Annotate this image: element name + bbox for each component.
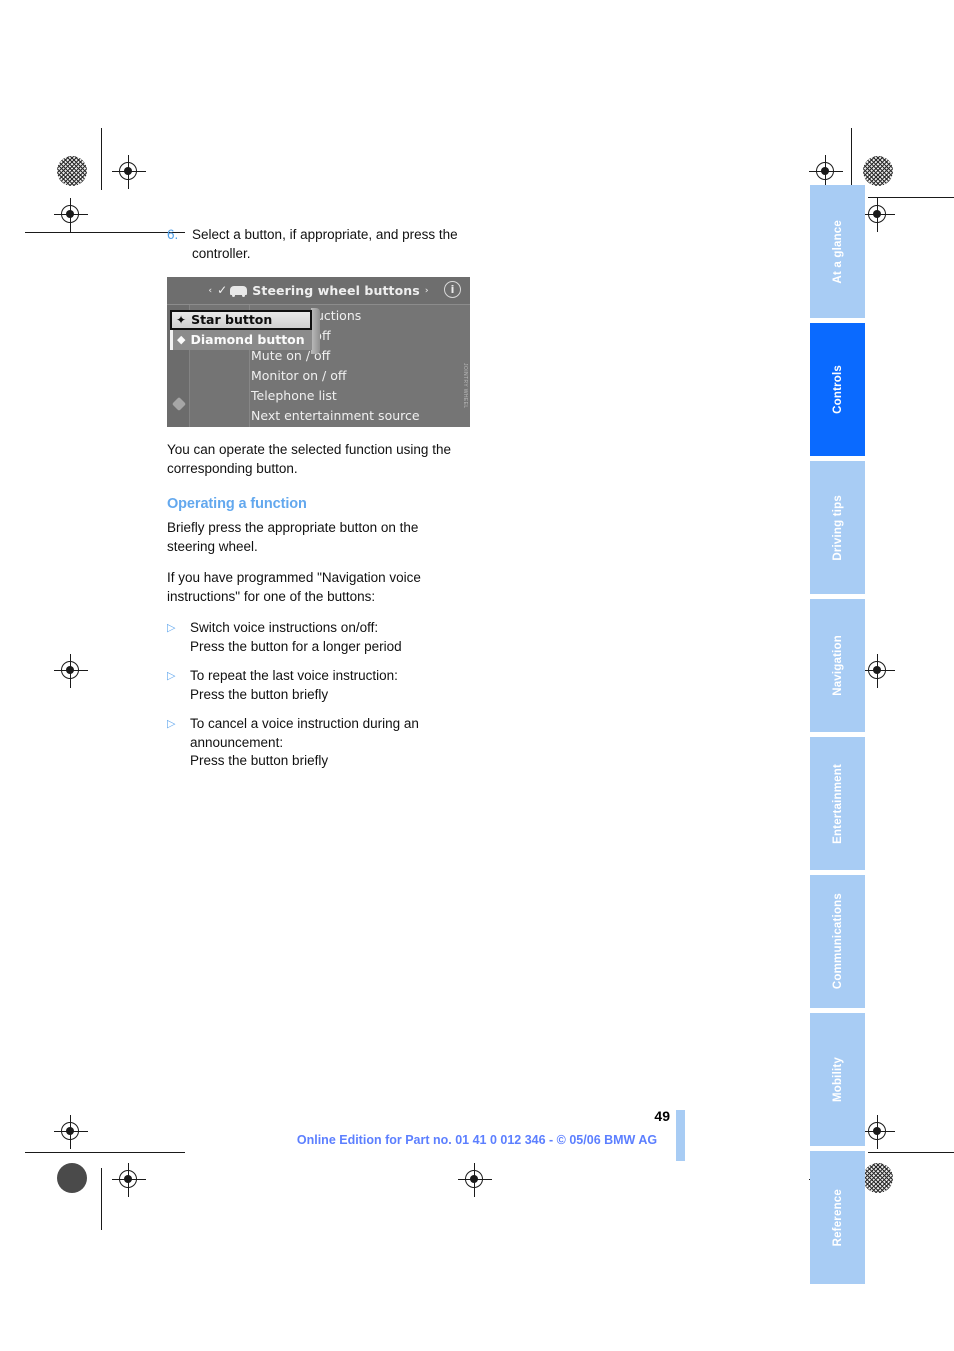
idrive-option-label: Diamond button [190, 332, 305, 347]
numbered-step: 6. Select a button, if appropriate, and … [167, 226, 467, 263]
thumb-tab-mobility[interactable]: Mobility [810, 1013, 865, 1146]
trim-line-bottom-left-vertical [101, 1168, 103, 1230]
thumb-tab-label: Entertainment [831, 763, 844, 844]
registration-dot [873, 666, 881, 674]
step-text: Select a button, if appropriate, and pre… [192, 227, 458, 261]
page-number: 49 [654, 1108, 670, 1124]
checkmark-icon: ✓ [217, 282, 228, 297]
trim-line-top-right-vertical [851, 128, 853, 190]
chevron-left-icon: ‹ [208, 285, 213, 296]
thumb-tab-label: Mobility [831, 1056, 844, 1103]
registration-ring [816, 162, 834, 180]
paragraph-if-programmed: If you have programmed "Navigation voice… [167, 570, 421, 604]
idrive-option-star-button: ✦ Star button [170, 310, 312, 330]
idrive-header-title: Steering wheel buttons [252, 283, 420, 298]
registration-ring [465, 1170, 483, 1188]
footer-edition-text: Online Edition for Part no. 01 41 0 012 … [296, 1133, 658, 1147]
thumb-tab-label: Controls [831, 365, 844, 414]
thumb-index-nav: At a glance Controls Driving tips Naviga… [810, 185, 865, 1284]
density-patch-top-right [863, 156, 893, 186]
trim-line-top-left-horizontal [25, 232, 185, 234]
step-number: 6. [167, 227, 179, 242]
thumb-tab-label: Communications [831, 893, 844, 990]
thumb-tab-driving-tips[interactable]: Driving tips [810, 461, 865, 594]
image-watermark: JOINTRY WHEEL [462, 363, 468, 409]
trim-line-bottom-right-horizontal [868, 1152, 954, 1154]
trim-line-top-left-vertical [101, 128, 103, 190]
registration-dot [873, 210, 881, 218]
idrive-popup-edge [311, 308, 320, 354]
list-item: Next entertainment source [251, 408, 420, 423]
bullet-text: Switch voice instructions on/off: Press … [190, 620, 402, 654]
density-patch-bottom-left [57, 1163, 87, 1193]
registration-ring [61, 661, 79, 679]
registration-dot [124, 167, 132, 175]
triangle-bullet-icon: ▷ [167, 718, 176, 730]
registration-mark-bottom-center [458, 1163, 492, 1197]
registration-ring [868, 661, 886, 679]
registration-ring [119, 1170, 137, 1188]
triangle-bullet-icon: ▷ [167, 622, 176, 634]
thumb-tab-at-a-glance[interactable]: At a glance [810, 185, 865, 318]
registration-dot [124, 1175, 132, 1183]
registration-dot [470, 1175, 478, 1183]
list-item: Monitor on / off [251, 368, 347, 383]
registration-mark-top-right [809, 155, 843, 189]
list-item: Telephone list [251, 388, 337, 403]
diamond-icon: ◆ [177, 333, 186, 346]
info-icon: i [444, 281, 461, 298]
thumb-tab-label: Driving tips [831, 494, 844, 561]
thumb-tab-communications[interactable]: Communications [810, 875, 865, 1008]
triangle-bullet-icon: ▷ [167, 670, 176, 682]
chevron-right-icon: › [424, 285, 429, 296]
bullet-text: To cancel a voice instruction during an … [190, 716, 419, 768]
bullet-text: To repeat the last voice instruction: Pr… [190, 668, 398, 702]
trim-line-bottom-left-horizontal [25, 1152, 185, 1154]
thumb-tab-reference[interactable]: Reference [810, 1151, 865, 1284]
star-icon: ✦ [176, 313, 187, 327]
thumb-tab-controls[interactable]: Controls [810, 323, 865, 456]
density-patch-top-left [57, 156, 87, 186]
registration-mark-top-left [112, 155, 146, 189]
thumb-tab-label: Navigation [831, 635, 844, 696]
registration-ring [868, 205, 886, 223]
section-heading: Operating a function [167, 496, 307, 512]
page-content: 6. Select a button, if appropriate, and … [167, 226, 470, 782]
car-icon [230, 286, 248, 297]
idrive-option-label: Star button [191, 312, 273, 327]
thumb-tab-label: Reference [831, 1188, 844, 1247]
registration-mark-top-right-inner [861, 198, 895, 232]
density-patch-bottom-right [863, 1163, 893, 1193]
idrive-option-diamond-button: ◆ Diamond button [170, 330, 312, 350]
registration-mark-left-middle [54, 654, 88, 688]
diamond-marker-icon [171, 396, 187, 412]
thumb-tab-label: At a glance [831, 219, 844, 284]
paragraph-briefly-press: Briefly press the appropriate button on … [167, 520, 419, 554]
registration-ring [61, 205, 79, 223]
bullet-item: ▷ Switch voice instructions on/off: Pres… [167, 619, 467, 656]
idrive-screen-figure: ‹ ✓ Steering wheel buttons › i voice ins… [167, 277, 470, 427]
bullet-item: ▷ To repeat the last voice instruction: … [167, 667, 467, 704]
registration-mark-top-left-inner [54, 198, 88, 232]
registration-mark-right-middle [861, 654, 895, 688]
thumb-tab-entertainment[interactable]: Entertainment [810, 737, 865, 870]
trim-line-top-right-horizontal [868, 197, 954, 199]
paragraph-after-image: You can operate the selected function us… [167, 442, 451, 476]
registration-ring [119, 162, 137, 180]
thumb-tab-navigation[interactable]: Navigation [810, 599, 865, 732]
registration-mark-bottom-left [112, 1163, 146, 1197]
idrive-header-bar: ‹ ✓ Steering wheel buttons › i [167, 277, 470, 305]
registration-dot [821, 167, 829, 175]
bullet-item: ▷ To cancel a voice instruction during a… [167, 715, 467, 771]
registration-dot [66, 666, 74, 674]
registration-dot [66, 210, 74, 218]
